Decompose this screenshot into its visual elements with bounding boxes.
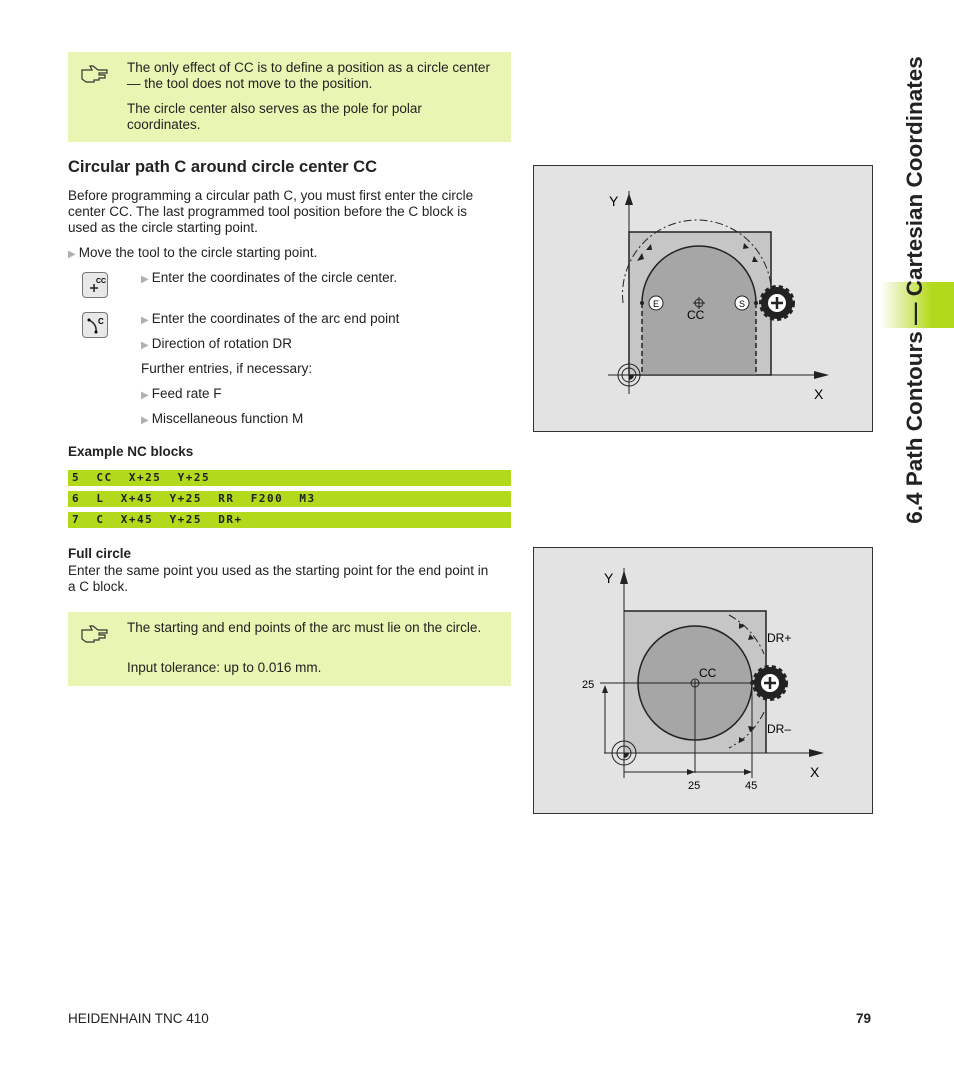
footer-product: HEIDENHAIN TNC 410: [68, 1011, 209, 1026]
milling-tool-icon: [752, 665, 788, 701]
svg-text:DR–: DR–: [767, 722, 791, 736]
svg-text:S: S: [739, 299, 745, 309]
section-title: Circular path C around circle center CC: [68, 158, 377, 176]
svg-text:45: 45: [745, 780, 757, 792]
step-cc: Enter the coordinates of the circle cent…: [151, 270, 398, 285]
arrow-icon: ▶: [141, 340, 149, 351]
manual-page: The only effect of CC is to define a pos…: [0, 0, 954, 1091]
svg-text:C: C: [98, 317, 104, 326]
svg-text:CC: CC: [699, 666, 717, 680]
full-circle-title: Full circle: [68, 546, 132, 561]
milling-tool-icon: [759, 285, 795, 321]
note-text: The starting and end points of the arc m…: [127, 620, 482, 635]
nc-block: 5 CC X+25 Y+25: [68, 470, 511, 486]
cc-key-button[interactable]: CC: [82, 272, 108, 298]
step-dr: Direction of rotation DR: [151, 336, 293, 351]
c-key-button[interactable]: C: [82, 312, 108, 338]
arrow-icon: ▶: [141, 415, 149, 426]
page-number: 79: [856, 1011, 872, 1026]
svg-text:CC: CC: [96, 278, 106, 285]
pointing-hand-icon: [81, 625, 108, 643]
arrow-icon: ▶: [141, 315, 149, 326]
step-feed: Feed rate F: [151, 386, 222, 401]
circle-center-icon: CC: [90, 278, 106, 292]
svg-text:Y: Y: [604, 570, 614, 586]
step-misc: Miscellaneous function M: [151, 411, 304, 426]
svg-text:X: X: [810, 764, 820, 780]
note-text: The circle center also serves as the pol…: [127, 101, 422, 132]
arrow-icon: ▶: [68, 249, 76, 260]
figure-circular-path: E S CC Y X: [533, 165, 873, 432]
svg-text:X: X: [814, 386, 824, 402]
full-circle-text: Enter the same point you used as the sta…: [68, 563, 489, 594]
circular-arc-icon: C: [87, 317, 104, 334]
note-box: The starting and end points of the arc m…: [68, 612, 511, 686]
figure-full-circle: CC DR+ DR– 25 25 45 Y X: [533, 547, 873, 814]
svg-text:25: 25: [688, 780, 700, 792]
arrow-icon: ▶: [141, 274, 149, 285]
chapter-title: 6.4 Path Contours — Cartesian Coordinate…: [902, 56, 927, 524]
svg-text:25: 25: [582, 679, 594, 691]
svg-text:Y: Y: [609, 193, 619, 209]
svg-text:E: E: [653, 299, 659, 309]
further-text: Further entries, if necessary:: [141, 361, 313, 376]
note-text: Input tolerance: up to 0.016 mm.: [127, 660, 322, 675]
note-text: The only effect of CC is to define a pos…: [127, 60, 490, 91]
intro-text: Before programming a circular path C, yo…: [68, 188, 474, 235]
step-c: Enter the coordinates of the arc end poi…: [151, 311, 400, 326]
step-move: ▶ Move the tool to the circle starting po…: [68, 245, 318, 260]
note-box: The only effect of CC is to define a pos…: [68, 52, 511, 142]
pointing-hand-icon: [81, 65, 108, 83]
svg-text:CC: CC: [687, 308, 705, 322]
svg-text:DR+: DR+: [767, 631, 791, 645]
arrow-icon: ▶: [141, 390, 149, 401]
nc-block: 7 C X+45 Y+25 DR+: [68, 512, 511, 528]
nc-block: 6 L X+45 Y+25 RR F200 M3: [68, 491, 511, 507]
example-title: Example NC blocks: [68, 444, 194, 459]
